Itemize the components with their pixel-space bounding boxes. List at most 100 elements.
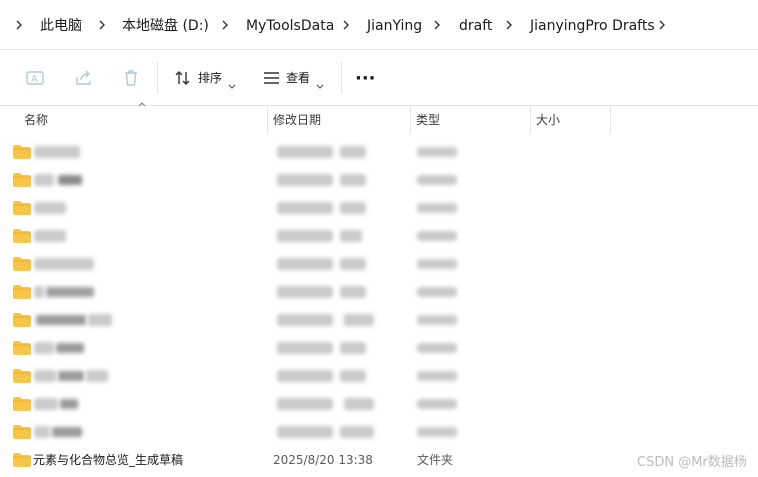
blurred-time [344,398,374,410]
blurred-name [34,342,54,354]
list-item[interactable] [0,278,620,306]
list-item[interactable] [0,334,620,362]
breadcrumb-item-jianyingpro-drafts[interactable]: JianyingPro Drafts [530,17,655,35]
breadcrumb-item-jianying[interactable]: JianYing [367,17,422,35]
blurred-name [88,314,112,326]
folder-icon [12,340,32,356]
blurred-name [34,258,94,270]
blurred-time [340,146,366,158]
folder-icon [12,172,32,188]
column-header-name-label: 名称 [24,113,49,127]
list-item[interactable] [0,418,620,446]
blurred-time [340,342,366,354]
chevron-right-icon[interactable] [96,17,108,33]
blurred-name [34,370,56,382]
blurred-name [34,230,66,242]
blurred-time [340,174,366,186]
list-item[interactable] [0,390,620,418]
chevron-right-icon[interactable] [656,17,668,33]
list-item[interactable] [0,166,620,194]
breadcrumb-item-this-pc[interactable]: 此电脑 [40,17,82,35]
file-name: 元素与化合物总览_生成草稿 [33,453,184,467]
list-item[interactable] [0,362,620,390]
chevron-right-icon[interactable] [13,17,25,33]
blurred-name [46,287,94,297]
blurred-name [86,370,108,382]
chevron-down-icon [316,75,324,89]
blurred-type [417,287,457,297]
chevron-right-icon[interactable] [219,17,231,33]
blurred-time [340,370,366,382]
blurred-date [277,314,333,326]
blurred-time [344,314,374,326]
breadcrumb-item-draft[interactable]: draft [459,17,492,35]
file-type: 文件夹 [417,453,454,467]
view-list-icon [262,68,282,88]
blurred-name [36,315,86,325]
breadcrumb-item-mytoolsdata[interactable]: MyToolsData [246,17,334,35]
blurred-time [340,230,362,242]
sort-icon [173,68,193,88]
delete-icon[interactable] [120,67,142,89]
list-item[interactable] [0,222,620,250]
column-header-size[interactable]: 大小 [531,106,610,134]
file-list: 元素与化合物总览_生成草稿 2025/8/20 13:38 文件夹 [0,138,758,477]
blurred-type [417,231,457,241]
list-item[interactable] [0,194,620,222]
blurred-date [277,398,333,410]
folder-icon [12,144,32,160]
blurred-type [417,175,457,185]
watermark: CSDN @Mr数据杨 [637,455,747,470]
blurred-name [34,202,66,214]
blurred-name [56,343,84,353]
toolbar-divider [157,62,158,94]
column-header-name[interactable]: 名称 [0,106,267,134]
blurred-type [417,259,457,269]
folder-icon [12,396,32,412]
command-bar: A 排序 查看 [0,50,758,106]
share-icon[interactable] [73,67,95,89]
view-label: 查看 [286,71,311,85]
file-modified: 2025/8/20 13:38 [273,453,373,467]
more-options-button[interactable]: ··· [355,70,376,88]
folder-icon [12,200,32,216]
column-header-type[interactable]: 类型 [411,106,530,134]
sort-button[interactable]: 排序 [173,66,237,90]
address-bar[interactable]: 此电脑 本地磁盘 (D:) MyToolsData JianYing draft… [0,0,758,50]
blurred-name [34,146,80,158]
blurred-type [417,427,457,437]
blurred-date [277,286,333,298]
chevron-right-icon[interactable] [431,17,443,33]
column-header-date[interactable]: 修改日期 [268,106,410,134]
folder-icon [12,368,32,384]
table-row[interactable]: 元素与化合物总览_生成草稿 2025/8/20 13:38 文件夹 [0,446,620,474]
blurred-date [277,258,333,270]
blurred-type [417,371,457,381]
list-item[interactable] [0,138,620,166]
blurred-name [34,426,50,438]
column-header-size-label: 大小 [536,113,561,127]
column-resize-handle[interactable] [610,106,611,134]
blurred-name [34,286,44,298]
rename-icon[interactable]: A [24,67,46,89]
chevron-down-icon [228,75,236,89]
blurred-date [277,426,333,438]
blurred-date [277,230,333,242]
folder-icon [12,452,32,468]
chevron-right-icon[interactable] [340,17,352,33]
blurred-name [34,398,58,410]
blurred-time [340,286,366,298]
list-item[interactable] [0,250,620,278]
breadcrumb-item-local-disk[interactable]: 本地磁盘 (D:) [122,17,209,35]
view-button[interactable]: 查看 [262,66,326,90]
blurred-name [52,427,82,437]
chevron-right-icon[interactable] [503,17,515,33]
list-item[interactable] [0,306,620,334]
column-header-row: 名称 修改日期 类型 大小 [0,106,758,134]
folder-icon [12,256,32,272]
folder-icon [12,228,32,244]
blurred-time [340,202,366,214]
column-header-type-label: 类型 [416,113,441,127]
blurred-name [34,174,54,186]
blurred-type [417,203,457,213]
